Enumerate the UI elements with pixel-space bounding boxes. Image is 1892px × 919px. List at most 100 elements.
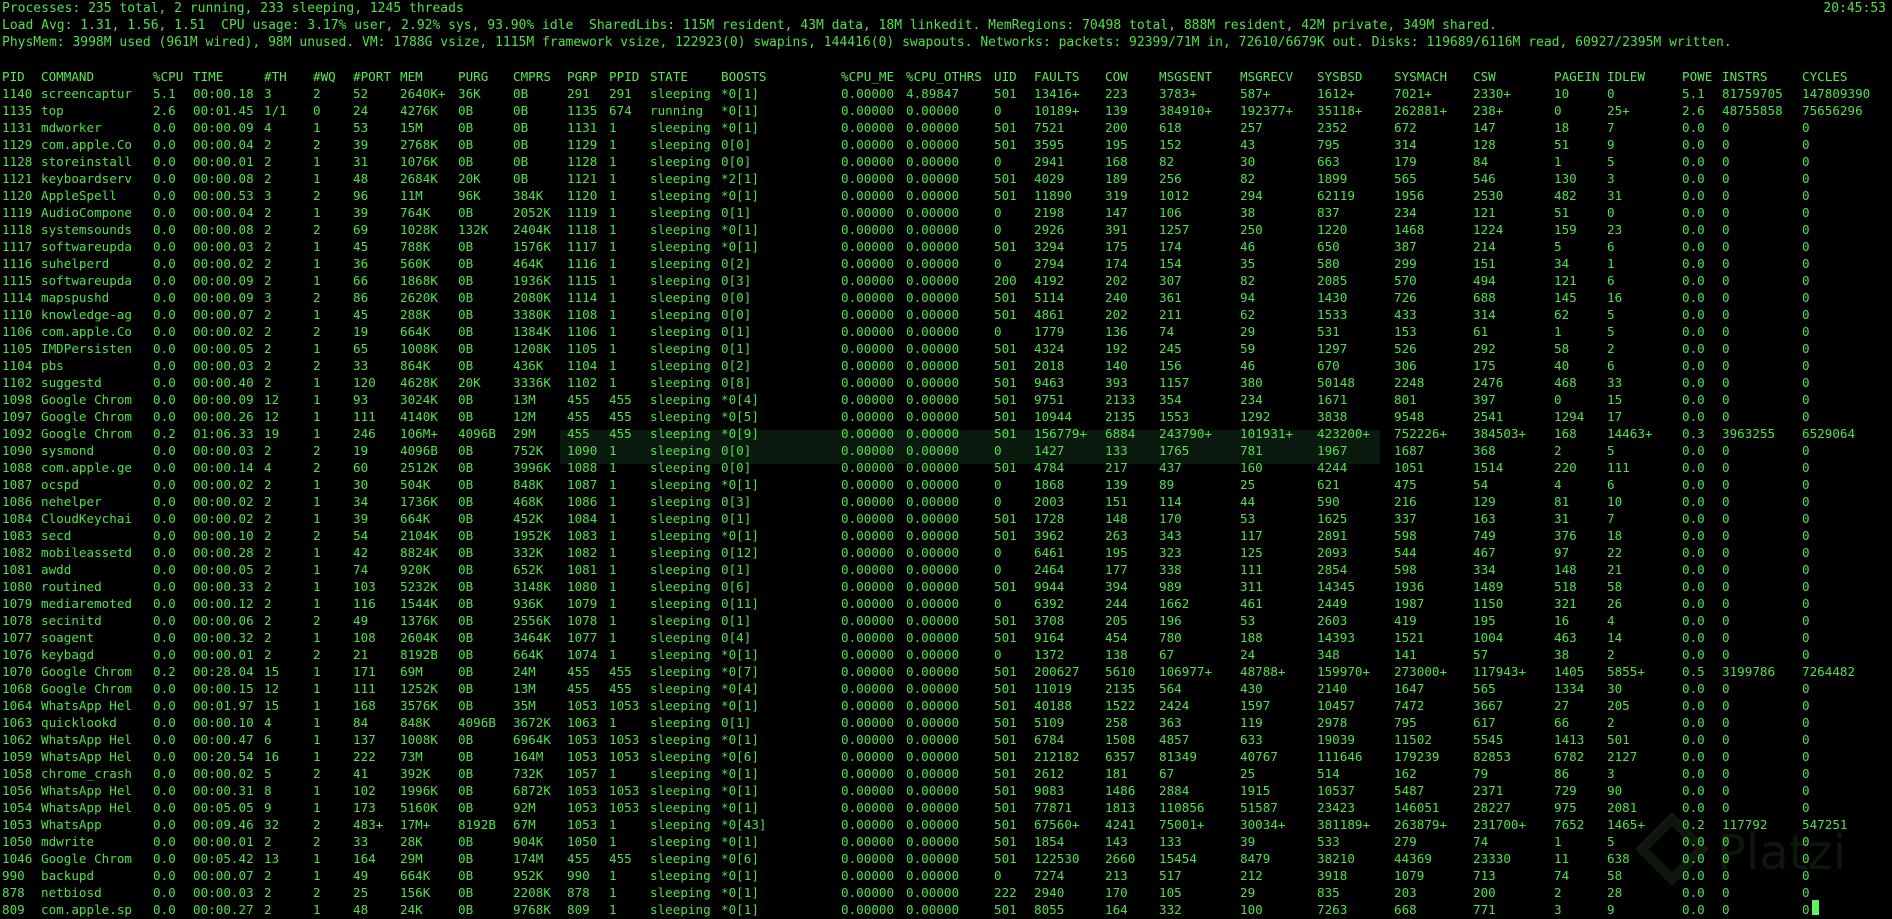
process-cell: 0.00000 bbox=[841, 783, 895, 798]
process-cell: 0 bbox=[313, 103, 321, 118]
process-cell: 19 bbox=[353, 443, 369, 458]
process-cell: 65 bbox=[353, 341, 369, 356]
process-cell: 96 bbox=[353, 188, 369, 203]
process-cell: 0 bbox=[1722, 256, 1730, 271]
process-cell: 174 bbox=[1105, 256, 1128, 271]
process-cell: 0 bbox=[1722, 783, 1730, 798]
process-cell: 0.0 bbox=[153, 596, 176, 611]
process-cell: 1996K bbox=[400, 783, 438, 798]
process-cell: sleeping bbox=[650, 307, 711, 322]
process-cell: 2 bbox=[313, 290, 321, 305]
process-cell: 35M bbox=[513, 698, 536, 713]
process-cell: 0 bbox=[1802, 409, 1810, 424]
process-cell: 106 bbox=[1159, 205, 1182, 220]
process-cell: sleeping bbox=[650, 664, 711, 679]
process-cell: 2 bbox=[313, 358, 321, 373]
terminal-window[interactable]: Processes: 235 total, 2 running, 233 sle… bbox=[0, 0, 1892, 919]
process-cell: 00:00.40 bbox=[193, 375, 254, 390]
process-cell: 0 bbox=[994, 256, 1002, 271]
process-cell: sleeping bbox=[650, 868, 711, 883]
process-row: 1117 softwareupda 0.0 00:00.03 2 1 45 788K 0B 157… bbox=[0, 238, 1892, 255]
process-cell: 1057 bbox=[567, 766, 598, 781]
process-row: 1064 WhatsApp Hel 0.0 00:01.97 15 1 168 3576K 0B… bbox=[0, 697, 1892, 714]
process-cell: 4096B bbox=[458, 715, 496, 730]
process-cell: 1 bbox=[609, 834, 617, 849]
process-cell: 952K bbox=[513, 868, 544, 883]
process-cell: 517 bbox=[1159, 868, 1182, 883]
process-cell: 501 bbox=[994, 698, 1017, 713]
process-cell: 1 bbox=[313, 426, 321, 441]
process-cell: 262881+ bbox=[1394, 103, 1448, 118]
column-header-cell: BOOSTS bbox=[721, 69, 767, 84]
process-cell: 3 bbox=[264, 188, 272, 203]
process-cell: 0.0 bbox=[153, 817, 176, 832]
process-cell: 15 bbox=[1607, 392, 1623, 407]
process-cell: 90 bbox=[1607, 783, 1623, 798]
process-cell: 154 bbox=[1159, 256, 1182, 271]
process-cell: 257 bbox=[1240, 120, 1263, 135]
process-cell: 0.0 bbox=[1682, 273, 1705, 288]
process-cell: 223 bbox=[1105, 86, 1128, 101]
process-cell: 0.00000 bbox=[841, 613, 895, 628]
process-cell: 0.0 bbox=[153, 443, 176, 458]
process-cell: 1116 bbox=[567, 256, 598, 271]
process-cell: 1662 bbox=[1159, 596, 1190, 611]
process-cell: 168 bbox=[1105, 154, 1128, 169]
process-cell: 59 bbox=[1240, 341, 1256, 356]
process-cell: 1080 bbox=[2, 579, 33, 594]
process-cell: 0 bbox=[1802, 443, 1810, 458]
process-cell: 164 bbox=[1105, 902, 1128, 917]
process-cell: 19039 bbox=[1317, 732, 1355, 747]
process-cell: 4628K bbox=[400, 375, 438, 390]
process-cell: 0.00000 bbox=[841, 86, 895, 101]
process-cell: 1 bbox=[313, 545, 321, 560]
process-cell: 1252K bbox=[400, 681, 438, 696]
process-cell: 11890 bbox=[1034, 188, 1072, 203]
process-cell: 463 bbox=[1554, 630, 1577, 645]
process-cell: 4 bbox=[264, 120, 272, 135]
process-cell: 0.00000 bbox=[906, 426, 960, 441]
process-cell: 54 bbox=[353, 528, 369, 543]
process-cell: 1114 bbox=[2, 290, 33, 305]
process-cell: 196 bbox=[1159, 613, 1182, 628]
process-cell: 433 bbox=[1394, 307, 1417, 322]
process-cell: 29M bbox=[513, 426, 536, 441]
process-cell: 1 bbox=[609, 613, 617, 628]
process-cell: 0 bbox=[1802, 681, 1810, 696]
process-cell: 1 bbox=[609, 817, 617, 832]
process-cell: 21 bbox=[353, 647, 369, 662]
process-cell: 0.3 bbox=[1682, 426, 1705, 441]
process-cell: 764K bbox=[400, 205, 431, 220]
process-cell: 7 bbox=[1607, 511, 1615, 526]
process-cell: 125 bbox=[1240, 545, 1263, 560]
process-cell: 989 bbox=[1159, 579, 1182, 594]
process-cell: 1008K bbox=[400, 341, 438, 356]
process-cell: 39 bbox=[353, 137, 369, 152]
process-cell: 0 bbox=[1802, 171, 1810, 186]
process-cell: sleeping bbox=[650, 630, 711, 645]
process-cell: 1053 bbox=[567, 698, 598, 713]
process-cell: 0.00000 bbox=[841, 426, 895, 441]
process-cell: 7652 bbox=[1554, 817, 1585, 832]
process-cell: sleeping bbox=[650, 256, 711, 271]
process-cell: sleeping bbox=[650, 885, 711, 900]
process-cell: 0.00000 bbox=[906, 409, 960, 424]
process-cell: 455 bbox=[609, 392, 632, 407]
process-cell: 0.0 bbox=[1682, 749, 1705, 764]
process-cell: 143 bbox=[1105, 834, 1128, 849]
process-cell: 319 bbox=[1105, 188, 1128, 203]
process-cell: 0 bbox=[1722, 630, 1730, 645]
process-cell: 0.0 bbox=[1682, 256, 1705, 271]
process-cell: 5 bbox=[1607, 154, 1615, 169]
process-cell: 0.00000 bbox=[841, 630, 895, 645]
process-cell: 3708 bbox=[1034, 613, 1065, 628]
process-cell: 1 bbox=[609, 868, 617, 883]
process-cell: 2 bbox=[1554, 443, 1562, 458]
process-cell: 146051 bbox=[1394, 800, 1440, 815]
process-cell: 1 bbox=[609, 290, 617, 305]
process-cell: 1521 bbox=[1394, 630, 1425, 645]
process-cell: 0 bbox=[1802, 579, 1810, 594]
process-cell: 0.0 bbox=[153, 885, 176, 900]
process-cell: 4276K bbox=[400, 103, 438, 118]
process-cell: 31 bbox=[1554, 511, 1570, 526]
